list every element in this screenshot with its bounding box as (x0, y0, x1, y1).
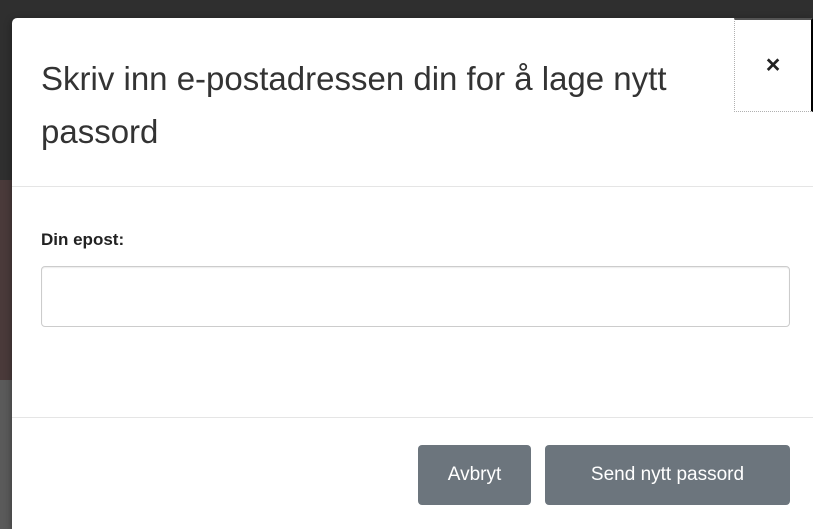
reset-password-dialog: Skriv inn e-postadressen din for å lage … (12, 18, 813, 529)
backdrop-content (0, 180, 12, 380)
email-label: Din epost: (41, 230, 125, 249)
dialog-title: Skriv inn e-postadressen din for å lage … (41, 60, 667, 150)
dialog-footer: Avbryt Send nytt passord (12, 418, 813, 529)
close-button[interactable]: × (734, 18, 813, 112)
close-icon: × (765, 51, 781, 79)
cancel-button[interactable]: Avbryt (418, 445, 531, 505)
dialog-body: Din epost: (12, 187, 813, 418)
email-field[interactable] (41, 266, 790, 327)
send-new-password-button[interactable]: Send nytt passord (545, 445, 790, 505)
backdrop-content (0, 380, 12, 529)
dialog-header: Skriv inn e-postadressen din for å lage … (12, 18, 813, 187)
